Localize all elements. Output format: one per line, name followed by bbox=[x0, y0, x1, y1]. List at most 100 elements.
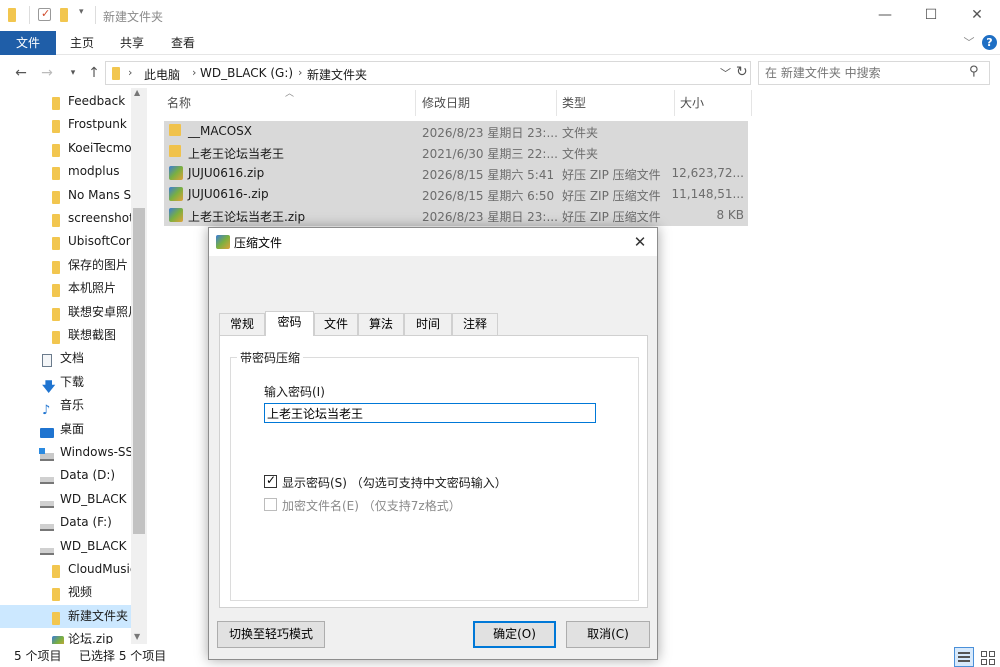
sidebar-item[interactable]: Data (F:) bbox=[0, 511, 131, 534]
column-header-name[interactable]: 名称 bbox=[167, 94, 191, 111]
recent-locations-icon[interactable]: ▾ bbox=[64, 63, 82, 83]
forward-arrow-icon[interactable]: → bbox=[38, 63, 56, 83]
ok-button[interactable]: 确定(O) bbox=[473, 621, 556, 648]
ribbon-expand-icon[interactable]: ﹀ bbox=[958, 31, 980, 55]
close-button[interactable]: ✕ bbox=[954, 0, 1000, 31]
sidebar-item[interactable]: WD_BLACK ( bbox=[0, 535, 131, 558]
sidebar-item-label: 联想安卓照片 bbox=[68, 304, 131, 319]
sidebar-item[interactable]: Windows-SSD bbox=[0, 441, 131, 464]
refresh-icon[interactable]: ↻ bbox=[736, 64, 748, 80]
tab-algorithm[interactable]: 算法 bbox=[358, 313, 404, 335]
dialog-title: 压缩文件 bbox=[234, 236, 283, 250]
sidebar-item[interactable]: screenshot bbox=[0, 207, 131, 230]
sidebar-item[interactable]: No Mans S bbox=[0, 184, 131, 207]
desktop-icon bbox=[40, 423, 54, 441]
file-date: 2026/8/23 星期日 23:... bbox=[422, 126, 558, 140]
sidebar-item-label: 保存的图片 bbox=[68, 257, 129, 272]
folder-icon bbox=[52, 259, 60, 277]
breadcrumb-folder[interactable]: 新建文件夹 bbox=[307, 66, 367, 83]
sidebar-item-label: UbisoftCor bbox=[68, 234, 131, 249]
column-header-date[interactable]: 修改日期 bbox=[422, 94, 470, 111]
customize-toolbar-icon[interactable]: ▾ bbox=[79, 7, 93, 21]
zip-icon bbox=[169, 187, 183, 201]
help-icon[interactable]: ? bbox=[982, 35, 997, 50]
windows-drive-icon bbox=[39, 446, 54, 464]
file-date: 2026/8/23 星期日 23:... bbox=[422, 210, 558, 224]
nav-scroll-thumb[interactable] bbox=[133, 208, 145, 534]
sidebar-item[interactable]: Frostpunk bbox=[0, 113, 131, 136]
sidebar-item[interactable]: Feedback bbox=[0, 90, 131, 113]
show-password-label[interactable]: 显示密码(S) （勾选可支持中文密码输入） bbox=[282, 474, 507, 491]
tab-file[interactable]: 文件 bbox=[0, 31, 56, 55]
sidebar-item[interactable]: WD_BLACK ( bbox=[0, 488, 131, 511]
cancel-button[interactable]: 取消(C) bbox=[566, 621, 650, 648]
maximize-button[interactable]: ☐ bbox=[908, 0, 954, 31]
sidebar-item[interactable]: Data (D:) bbox=[0, 464, 131, 487]
sidebar-item[interactable]: 论坛.zip bbox=[0, 628, 131, 644]
password-label: 输入密码(I) bbox=[264, 385, 325, 399]
navigation-pane[interactable]: Feedback Frostpunk KoeiTecmo modplus No Mans… bbox=[0, 88, 147, 644]
tab-view[interactable]: 查看 bbox=[160, 31, 206, 55]
sidebar-item[interactable]: 🡇 下载 bbox=[0, 371, 131, 394]
column-header-size[interactable]: 大小 bbox=[680, 94, 704, 111]
password-input[interactable] bbox=[264, 403, 596, 423]
file-row[interactable]: 上老王论坛当老王 2021/6/30 星期三 22:... 文件夹 bbox=[164, 142, 748, 163]
show-password-checkbox[interactable] bbox=[264, 473, 277, 488]
large-icons-view-icon[interactable] bbox=[977, 647, 997, 667]
sidebar-item[interactable]: ♪ 音乐 bbox=[0, 394, 131, 417]
chevron-right-icon: › bbox=[298, 66, 303, 79]
up-arrow-icon[interactable]: ↑ bbox=[85, 63, 103, 83]
breadcrumb-drive[interactable]: WD_BLACK (G:) bbox=[200, 66, 293, 80]
sidebar-item[interactable]: KoeiTecmo bbox=[0, 137, 131, 160]
file-name: __MACOSX bbox=[188, 124, 253, 138]
sidebar-item[interactable]: 桌面 bbox=[0, 418, 131, 441]
new-folder-icon[interactable] bbox=[60, 8, 74, 22]
nav-scrollbar[interactable]: ▲ ▼ bbox=[131, 88, 147, 644]
minimize-button[interactable]: — bbox=[862, 0, 908, 31]
sidebar-item[interactable]: modplus bbox=[0, 160, 131, 183]
details-view-icon[interactable] bbox=[954, 647, 974, 667]
sidebar-item[interactable]: 联想截图 bbox=[0, 324, 131, 347]
sidebar-item[interactable]: CloudMusic bbox=[0, 558, 131, 581]
folder-icon bbox=[8, 8, 22, 22]
search-icon[interactable]: ⚲ bbox=[969, 64, 979, 79]
tab-general[interactable]: 常规 bbox=[219, 313, 265, 335]
file-row[interactable]: 上老王论坛当老王.zip 2026/8/23 星期日 23:... 好压 ZIP 压… bbox=[164, 205, 748, 226]
haozip-icon bbox=[216, 235, 230, 249]
zip-icon bbox=[169, 166, 183, 180]
address-bar[interactable]: › 此电脑 › WD_BLACK (G:) › 新建文件夹 ﹀ ↻ bbox=[105, 61, 751, 85]
file-row[interactable]: JUJU0616.zip 2026/8/15 星期六 5:41 好压 ZIP 压缩文… bbox=[164, 163, 748, 184]
encrypt-filenames-label[interactable]: 加密文件名(E) （仅支持7z格式） bbox=[282, 497, 461, 514]
sidebar-item[interactable]: 保存的图片 bbox=[0, 254, 131, 277]
scroll-down-icon[interactable]: ▼ bbox=[134, 632, 140, 641]
search-input[interactable] bbox=[763, 64, 959, 82]
back-arrow-icon[interactable]: ← bbox=[12, 63, 30, 83]
scroll-up-icon[interactable]: ▲ bbox=[134, 88, 140, 97]
properties-icon[interactable]: ✓ bbox=[38, 7, 51, 21]
sidebar-item[interactable]: 本机照片 bbox=[0, 277, 131, 300]
tab-home[interactable]: 主页 bbox=[60, 31, 104, 55]
folder-icon bbox=[52, 610, 60, 628]
password-tab-panel: 带密码压缩 输入密码(I) 显示密码(S) （勾选可支持中文密码输入） 加密文件… bbox=[219, 335, 648, 608]
switch-lite-mode-button[interactable]: 切换至轻巧模式 bbox=[217, 621, 325, 648]
tab-password[interactable]: 密码 bbox=[265, 311, 314, 336]
file-row[interactable]: __MACOSX 2026/8/23 星期日 23:... 文件夹 bbox=[164, 121, 748, 142]
sidebar-item[interactable]: 联想安卓照片 bbox=[0, 301, 131, 324]
search-box[interactable]: ⚲ bbox=[758, 61, 990, 85]
tab-comment[interactable]: 注释 bbox=[452, 313, 498, 335]
breadcrumb-this-pc[interactable]: 此电脑 bbox=[144, 66, 180, 83]
file-row[interactable]: JUJU0616-.zip 2026/8/15 星期六 6:50 好压 ZIP 压缩… bbox=[164, 184, 748, 205]
tab-files[interactable]: 文件 bbox=[314, 313, 358, 335]
dialog-close-button[interactable]: ✕ bbox=[629, 231, 651, 253]
sidebar-item[interactable]: 视频 bbox=[0, 581, 131, 604]
address-dropdown-icon[interactable]: ﹀ bbox=[720, 65, 731, 81]
encrypt-filenames-checkbox[interactable] bbox=[264, 498, 277, 511]
sidebar-item[interactable]: UbisoftCor bbox=[0, 230, 131, 253]
sidebar-item[interactable]: 文档 bbox=[0, 347, 131, 370]
selection-count: 已选择 5 个项目 bbox=[79, 649, 167, 663]
tab-share[interactable]: 共享 bbox=[110, 31, 154, 55]
tab-time[interactable]: 时间 bbox=[404, 313, 452, 335]
sidebar-item[interactable]: 新建文件夹 bbox=[0, 604, 131, 628]
dialog-title-bar[interactable]: 压缩文件 ✕ bbox=[209, 228, 657, 256]
column-header-type[interactable]: 类型 bbox=[562, 94, 586, 111]
